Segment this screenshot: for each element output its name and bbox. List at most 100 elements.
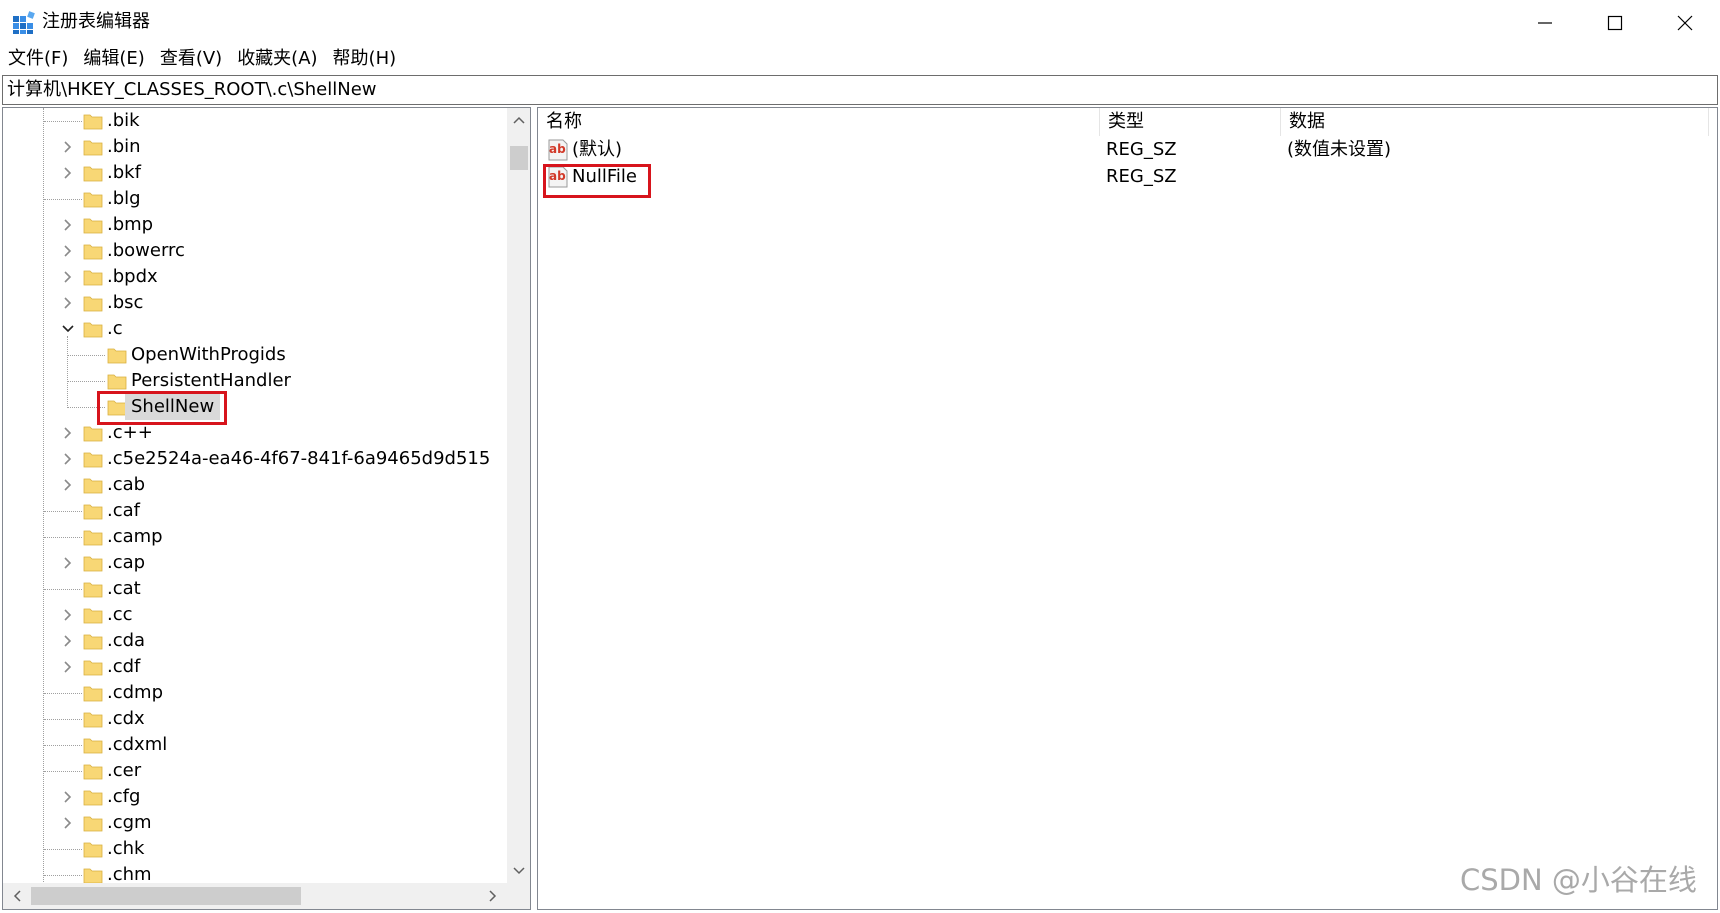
horizontal-scroll-thumb[interactable]	[31, 887, 301, 905]
chevron-left-icon	[13, 890, 21, 902]
folder-icon	[107, 374, 127, 390]
folder-icon	[83, 660, 103, 676]
tree-item[interactable]: .cer	[3, 758, 508, 784]
chevron-right-icon[interactable]	[61, 166, 75, 180]
tree-item[interactable]: .cda	[3, 628, 508, 654]
tree-item[interactable]: .cc	[3, 602, 508, 628]
title-bar: 注册表编辑器	[0, 0, 1720, 46]
tree-item[interactable]: .blg	[3, 186, 508, 212]
tree-item[interactable]: .c	[3, 316, 508, 342]
tree-connector	[44, 511, 82, 512]
menu-edit[interactable]: 编辑(E)	[75, 46, 151, 74]
chevron-down-icon[interactable]	[61, 322, 75, 336]
tree-item-label: .bin	[107, 136, 141, 157]
minimize-button[interactable]	[1510, 0, 1580, 46]
tree-item[interactable]: .bsc	[3, 290, 508, 316]
chevron-right-icon[interactable]	[61, 296, 75, 310]
tree-connector	[67, 381, 105, 382]
tree-item[interactable]: .caf	[3, 498, 508, 524]
chevron-right-icon[interactable]	[61, 244, 75, 258]
folder-icon	[83, 270, 103, 286]
value-name: (默认)	[572, 139, 623, 160]
tree-item[interactable]: .bin	[3, 134, 508, 160]
chevron-right-icon[interactable]	[61, 790, 75, 804]
tree-item-label: .cdmp	[107, 682, 164, 703]
string-value-icon: ab	[548, 139, 568, 161]
chevron-right-icon[interactable]	[61, 816, 75, 830]
tree-item-label: .chm	[107, 864, 152, 883]
tree-item[interactable]: .cdmp	[3, 680, 508, 706]
chevron-right-icon[interactable]	[61, 556, 75, 570]
tree-item-label: .bsc	[107, 292, 144, 313]
scroll-thumb[interactable]	[510, 146, 528, 170]
tree-connector	[44, 719, 82, 720]
folder-icon	[83, 764, 103, 780]
menu-favorites[interactable]: 收藏夹(A)	[229, 46, 324, 74]
tree-item-label: .cer	[107, 760, 142, 781]
tree-item[interactable]: .cap	[3, 550, 508, 576]
tree-child-item[interactable]: PersistentHandler	[3, 368, 508, 394]
tree-item-label: .cdf	[107, 656, 141, 677]
folder-icon	[83, 790, 103, 806]
tree-child-item[interactable]: ShellNew	[3, 394, 508, 420]
tree-item[interactable]: .cab	[3, 472, 508, 498]
scroll-down-arrow[interactable]	[507, 859, 530, 883]
close-button[interactable]	[1650, 0, 1720, 46]
menu-view[interactable]: 查看(V)	[152, 46, 229, 74]
chevron-right-icon[interactable]	[61, 426, 75, 440]
folder-icon	[83, 712, 103, 728]
tree-child-item[interactable]: OpenWithProgids	[3, 342, 508, 368]
tree-item[interactable]: .camp	[3, 524, 508, 550]
column-header-data[interactable]: 数据	[1281, 108, 1701, 136]
scroll-left-arrow[interactable]	[5, 884, 29, 908]
tree-item[interactable]: .cat	[3, 576, 508, 602]
folder-icon	[83, 426, 103, 442]
column-header-type[interactable]: 类型	[1100, 108, 1264, 136]
tree-item[interactable]: .bmp	[3, 212, 508, 238]
watermark: CSDN @小谷在线	[1460, 863, 1697, 897]
chevron-right-icon[interactable]	[61, 140, 75, 154]
folder-icon	[83, 556, 103, 572]
tree-item[interactable]: .bik	[3, 108, 508, 134]
tree-item[interactable]: .c++	[3, 420, 508, 446]
menu-help[interactable]: 帮助(H)	[325, 46, 404, 74]
tree-item[interactable]: .bowerrc	[3, 238, 508, 264]
tree-item[interactable]: .cgm	[3, 810, 508, 836]
window-title: 注册表编辑器	[42, 11, 150, 32]
address-bar[interactable]: 计算机\HKEY_CLASSES_ROOT\.c\ShellNew	[2, 75, 1718, 105]
scroll-right-arrow[interactable]	[481, 884, 505, 908]
tree-item[interactable]: .c5e2524a-ea46-4f67-841f-6a9465d9d515	[3, 446, 508, 472]
chevron-right-icon[interactable]	[61, 608, 75, 622]
tree-vertical-scrollbar[interactable]	[507, 108, 530, 883]
tree-item[interactable]: .cdx	[3, 706, 508, 732]
tree-item[interactable]: .chk	[3, 836, 508, 862]
tree-item-label: .chk	[107, 838, 145, 859]
folder-icon	[83, 322, 103, 338]
tree-item-label: .cfg	[107, 786, 141, 807]
tree-item-label: .c5e2524a-ea46-4f67-841f-6a9465d9d515	[107, 448, 491, 469]
tree-item[interactable]: .cfg	[3, 784, 508, 810]
tree-item[interactable]: .cdf	[3, 654, 508, 680]
value-row-nullfile[interactable]: ab NullFile REG_SZ	[538, 163, 1717, 190]
tree-horizontal-scrollbar[interactable]	[3, 883, 507, 909]
tree-item[interactable]: .bpdx	[3, 264, 508, 290]
tree-connector	[44, 199, 82, 200]
tree-item[interactable]: .bkf	[3, 160, 508, 186]
folder-icon	[83, 296, 103, 312]
chevron-right-icon[interactable]	[61, 660, 75, 674]
chevron-right-icon[interactable]	[61, 218, 75, 232]
chevron-right-icon[interactable]	[61, 634, 75, 648]
chevron-right-icon[interactable]	[61, 270, 75, 284]
menu-file[interactable]: 文件(F)	[0, 46, 75, 74]
tree-connector	[44, 121, 82, 122]
tree-connector	[44, 745, 82, 746]
tree-item[interactable]: .chm	[3, 862, 508, 883]
tree-item[interactable]: .cdxml	[3, 732, 508, 758]
maximize-button[interactable]	[1580, 0, 1650, 46]
column-separator[interactable]	[1708, 108, 1709, 136]
column-header-name[interactable]: 名称	[538, 108, 1099, 136]
value-row-default[interactable]: ab (默认) REG_SZ (数值未设置)	[538, 136, 1717, 163]
scroll-up-arrow[interactable]	[507, 108, 530, 132]
chevron-right-icon[interactable]	[61, 452, 75, 466]
chevron-right-icon[interactable]	[61, 478, 75, 492]
